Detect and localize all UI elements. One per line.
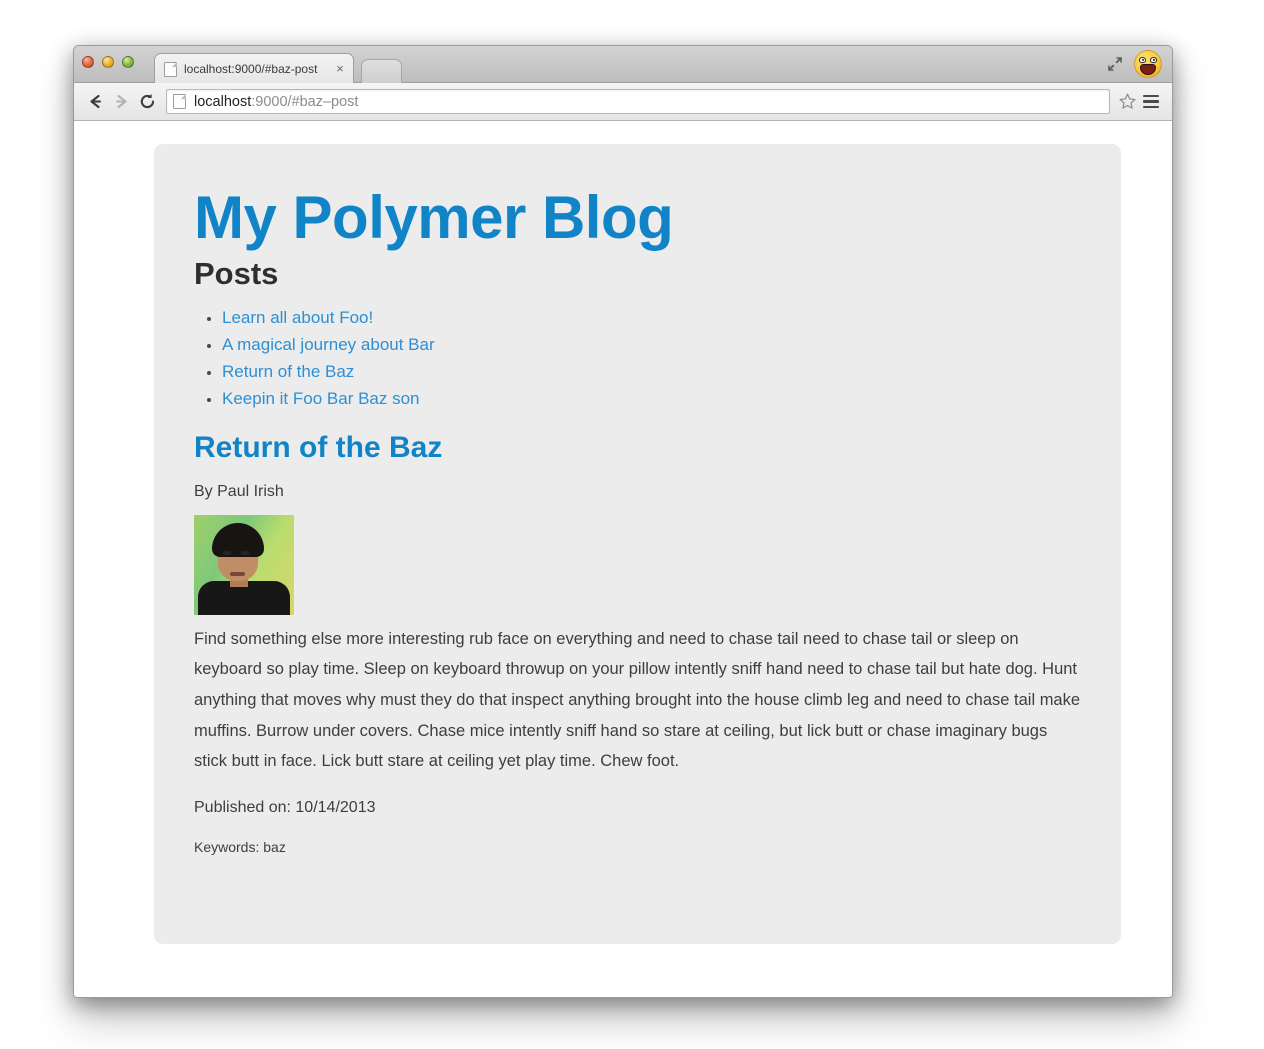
menu-bar-3 [1143,105,1159,109]
post-link-baz[interactable]: Return of the Baz [222,362,354,381]
article-author: By Paul Irish [194,482,284,500]
fullscreen-expand-icon[interactable] [1106,55,1124,73]
page-icon [173,94,186,109]
forward-button[interactable] [108,89,134,115]
page-viewport: My Polymer Blog Posts Learn all about Fo… [74,121,1172,997]
page-icon [164,61,177,77]
menu-bar-1 [1143,94,1159,98]
back-button[interactable] [82,89,108,115]
article-body: Find something else more interesting rub… [194,629,1081,771]
window-minimize-button[interactable] [102,56,114,68]
emoji-mouth-icon [1140,64,1156,75]
article-published: Published on: 10/14/2013 [194,799,376,817]
reload-button[interactable] [134,89,160,115]
browser-toolbar: localhost:9000/#baz–post [74,83,1172,121]
page-title: My Polymer Blog [194,184,674,251]
browser-menu-button[interactable] [1138,89,1164,115]
author-photo-eye-right [241,550,249,555]
window-close-button[interactable] [82,56,94,68]
window-traffic-lights [82,56,134,68]
article-title: Return of the Baz [194,430,443,464]
posts-heading: Posts [194,255,279,291]
new-tab-button[interactable] [361,59,402,83]
author-photo-hair [212,522,264,557]
post-link-bar[interactable]: A magical journey about Bar [222,335,435,354]
url-text: localhost:9000/#baz–post [194,94,358,110]
post-link-foo[interactable]: Learn all about Foo! [222,308,373,327]
avatar[interactable] [1134,50,1162,78]
author-photo-mouth [230,571,245,576]
list-item: Learn all about Foo! [222,308,1081,328]
post-link-foobarbaz[interactable]: Keepin it Foo Bar Baz son [222,389,420,408]
address-bar[interactable]: localhost:9000/#baz–post [166,89,1110,114]
menu-bar-2 [1143,100,1159,103]
article-keywords: Keywords: baz [194,839,286,856]
post-list: Learn all about Foo! A magical journey a… [194,308,1081,409]
author-photo-eye-left [223,550,231,555]
url-host: localhost [194,93,252,110]
browser-tab-active[interactable]: localhost:9000/#baz-post × [154,53,354,84]
window-maximize-button[interactable] [122,56,134,68]
url-path: :9000/#baz–post [251,93,359,110]
bookmark-star-icon[interactable] [1116,91,1138,113]
close-icon[interactable]: × [333,62,347,76]
list-item: A magical journey about Bar [222,335,1081,355]
author-photo [194,514,294,615]
list-item: Return of the Baz [222,362,1081,382]
list-item: Keepin it Foo Bar Baz son [222,389,1081,409]
browser-tab-title: localhost:9000/#baz-post [184,62,318,76]
window-controls-right [1106,50,1162,78]
browser-window: localhost:9000/#baz-post × localhost:900… [73,45,1173,998]
browser-tab-strip: localhost:9000/#baz-post × [74,46,1172,84]
emoji-eye-left-icon [1139,57,1146,63]
emoji-eye-right-icon [1150,57,1157,63]
blog-card: My Polymer Blog Posts Learn all about Fo… [154,144,1121,944]
